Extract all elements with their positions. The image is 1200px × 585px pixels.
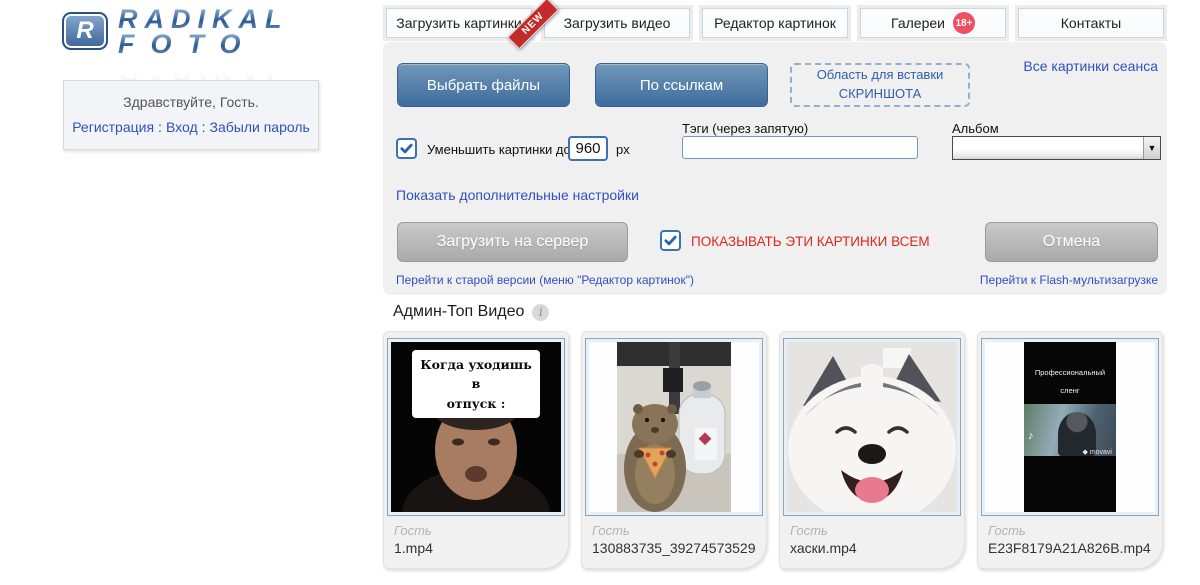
video-thumbnail[interactable]: Профессиональный сленг машиниста теплово… <box>981 338 1159 516</box>
owner-label: Гость <box>988 523 1026 538</box>
video-cards: Когда уходишь в отпуск : Гость 1.mp4 Гос… <box>383 331 1167 569</box>
card-footer: Гость хаски.mp4 <box>780 516 964 556</box>
separator: : <box>158 119 162 135</box>
video-filename: E23F8179A21A826B.mp4 <box>988 540 1151 556</box>
card-footer: Гость 130883735_39274573529463 <box>582 516 766 556</box>
adult-badge: 18+ <box>952 12 975 34</box>
resize-value-input[interactable] <box>568 136 608 161</box>
top-nav: Загрузить картинки Загрузить видео Редак… <box>383 0 1167 50</box>
greeting-text: Здравствуйте, Гость. <box>123 94 259 110</box>
show-to-all-label: ПОКАЗЫВАТЬ ЭТИ КАРТИНКИ ВСЕМ <box>691 234 930 249</box>
by-links-button[interactable]: По ссылкам <box>595 63 768 107</box>
video-thumbnail[interactable] <box>783 338 961 516</box>
logo-r-icon: R <box>62 12 108 50</box>
tab-galleries[interactable]: Галереи 18+ <box>857 5 1009 41</box>
dropdown-arrow-icon: ▼ <box>1143 137 1160 159</box>
owner-label: Гость <box>592 523 630 538</box>
site-logo[interactable]: R RADIKAL FOTO RADIKAL <box>62 6 322 87</box>
select-files-button[interactable]: Выбрать файлы <box>397 63 570 107</box>
card-footer: Гость 1.mp4 <box>384 516 568 556</box>
album-selected-value <box>953 137 1143 159</box>
resize-label: Уменьшить картинки до <box>427 142 571 157</box>
login-link[interactable]: Вход <box>166 119 198 135</box>
logo-line2: FOTO <box>118 31 289 58</box>
upload-panel: Выбрать файлы По ссылкам Область для вст… <box>383 42 1167 295</box>
session-images-link[interactable]: Все картинки сеанса <box>1023 58 1158 74</box>
card-footer: Гость E23F8179A21A826B.mp4 <box>978 516 1162 556</box>
video-thumbnail[interactable] <box>585 338 763 516</box>
cancel-button[interactable]: Отмена <box>985 222 1158 262</box>
thumbnail-art-husky <box>787 342 957 512</box>
check-icon <box>664 235 677 246</box>
register-link[interactable]: Регистрация <box>72 119 154 135</box>
video-card: Гость 130883735_39274573529463 <box>581 331 767 569</box>
video-card: Гость хаски.mp4 <box>779 331 965 569</box>
section-title: Админ-Топ Видео <box>393 303 525 320</box>
admin-top-videos-section: Админ-Топ Видео i Когда уходишь в отпуск… <box>383 303 1167 569</box>
album-select[interactable]: ▼ <box>952 136 1161 160</box>
thumbnail-art-groundhog <box>617 342 731 512</box>
video-card: Когда уходишь в отпуск : Гость 1.mp4 <box>383 331 569 569</box>
tiktok-note-icon: ♪ <box>1028 430 1034 442</box>
old-version-link[interactable]: Перейти к старой версии (меню "Редактор … <box>396 273 694 287</box>
flash-upload-link[interactable]: Перейти к Flash-мультизагрузке <box>980 273 1158 287</box>
meme-caption: Когда уходишь в отпуск : <box>412 350 540 419</box>
video-filename: 1.mp4 <box>394 540 433 556</box>
tab-image-editor[interactable]: Редактор картинок <box>699 5 851 41</box>
movavi-watermark: ◆ movavi <box>1082 449 1112 456</box>
forgot-password-link[interactable]: Забыли пароль <box>210 119 310 135</box>
info-icon[interactable]: i <box>532 303 550 321</box>
thumbnail-art-tiktok: Профессиональный сленг машиниста теплово… <box>1024 342 1116 512</box>
check-icon <box>400 143 413 154</box>
video-card: Профессиональный сленг машиниста теплово… <box>977 331 1163 569</box>
video-filename: хаски.mp4 <box>790 540 857 556</box>
separator: : <box>201 119 206 135</box>
owner-label: Гость <box>394 523 432 538</box>
thumbnail-art-meme: Когда уходишь в отпуск : <box>391 342 561 512</box>
upload-to-server-button[interactable]: Загрузить на сервер <box>397 222 628 262</box>
video-thumbnail[interactable]: Когда уходишь в отпуск : <box>387 338 565 516</box>
more-settings-link[interactable]: Показать дополнительные настройки <box>396 187 639 203</box>
resize-unit: px <box>616 142 630 157</box>
logo-text: RADIKAL FOTO <box>118 6 289 58</box>
resize-checkbox[interactable] <box>396 138 417 159</box>
tags-label: Тэги (через запятую) <box>682 121 809 136</box>
screenshot-paste-area[interactable]: Область для вставки СКРИНШОТА <box>790 63 970 107</box>
owner-label: Гость <box>790 523 828 538</box>
show-to-all-checkbox[interactable] <box>660 230 681 251</box>
section-heading-row: Админ-Топ Видео i <box>383 303 1167 321</box>
page: R RADIKAL FOTO RADIKAL Здравствуйте, Гос… <box>0 0 1200 585</box>
tab-upload-video[interactable]: Загрузить видео <box>541 5 693 41</box>
auth-links: Регистрация: Вход: Забыли пароль <box>64 119 318 135</box>
video-filename: 130883735_39274573529463 <box>592 540 756 556</box>
tab-contacts[interactable]: Контакты <box>1015 5 1167 41</box>
tags-input[interactable] <box>682 136 918 159</box>
album-label: Альбом <box>952 121 999 136</box>
user-box: Здравствуйте, Гость. Регистрация: Вход: За… <box>63 80 319 150</box>
